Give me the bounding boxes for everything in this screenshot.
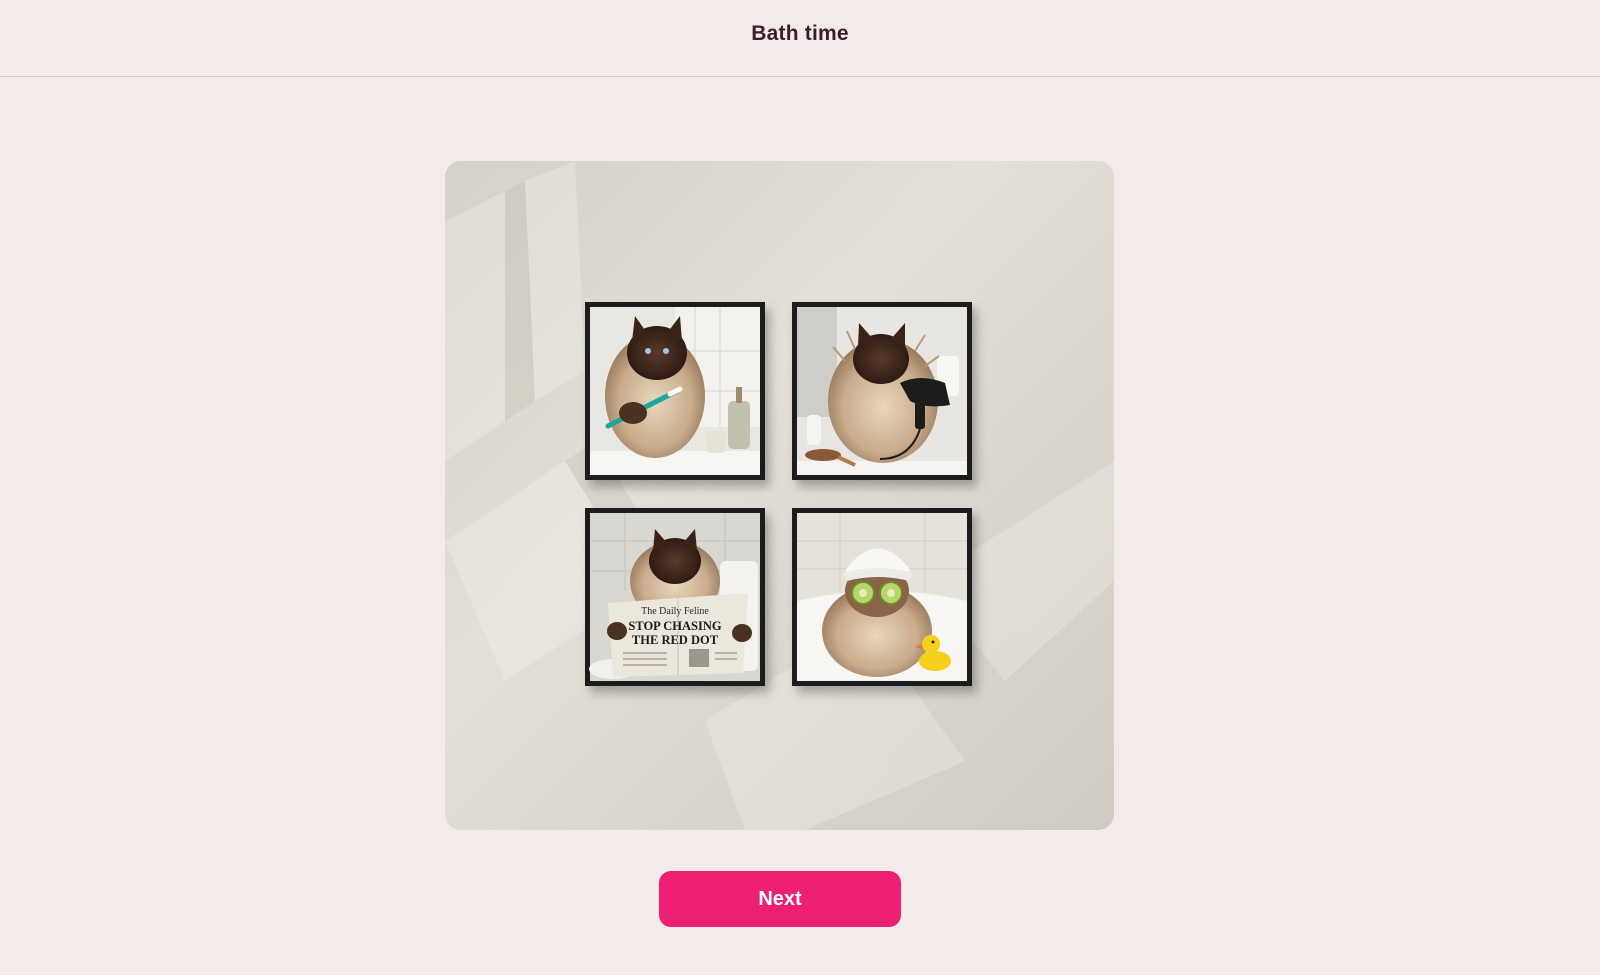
newspaper-masthead: The Daily Feline xyxy=(641,606,709,617)
frame-spa-cucumbers xyxy=(792,508,972,686)
wall-art-illustration: The Daily Feline STOP CHASING THE RED DO… xyxy=(445,161,1114,830)
top-bar: Bath time xyxy=(0,0,1600,77)
frame-brushing-teeth xyxy=(585,302,765,480)
next-button[interactable]: Next xyxy=(659,871,901,927)
newspaper-headline-line1: STOP CHASING xyxy=(628,619,721,633)
newspaper-headline-line2: THE RED DOT xyxy=(632,633,719,647)
hero-image: The Daily Feline STOP CHASING THE RED DO… xyxy=(445,161,1114,830)
page-title: Bath time xyxy=(751,22,849,45)
frame-reading-newspaper: The Daily Feline STOP CHASING THE RED DO… xyxy=(585,508,765,686)
frame-hair-dryer xyxy=(792,302,972,480)
